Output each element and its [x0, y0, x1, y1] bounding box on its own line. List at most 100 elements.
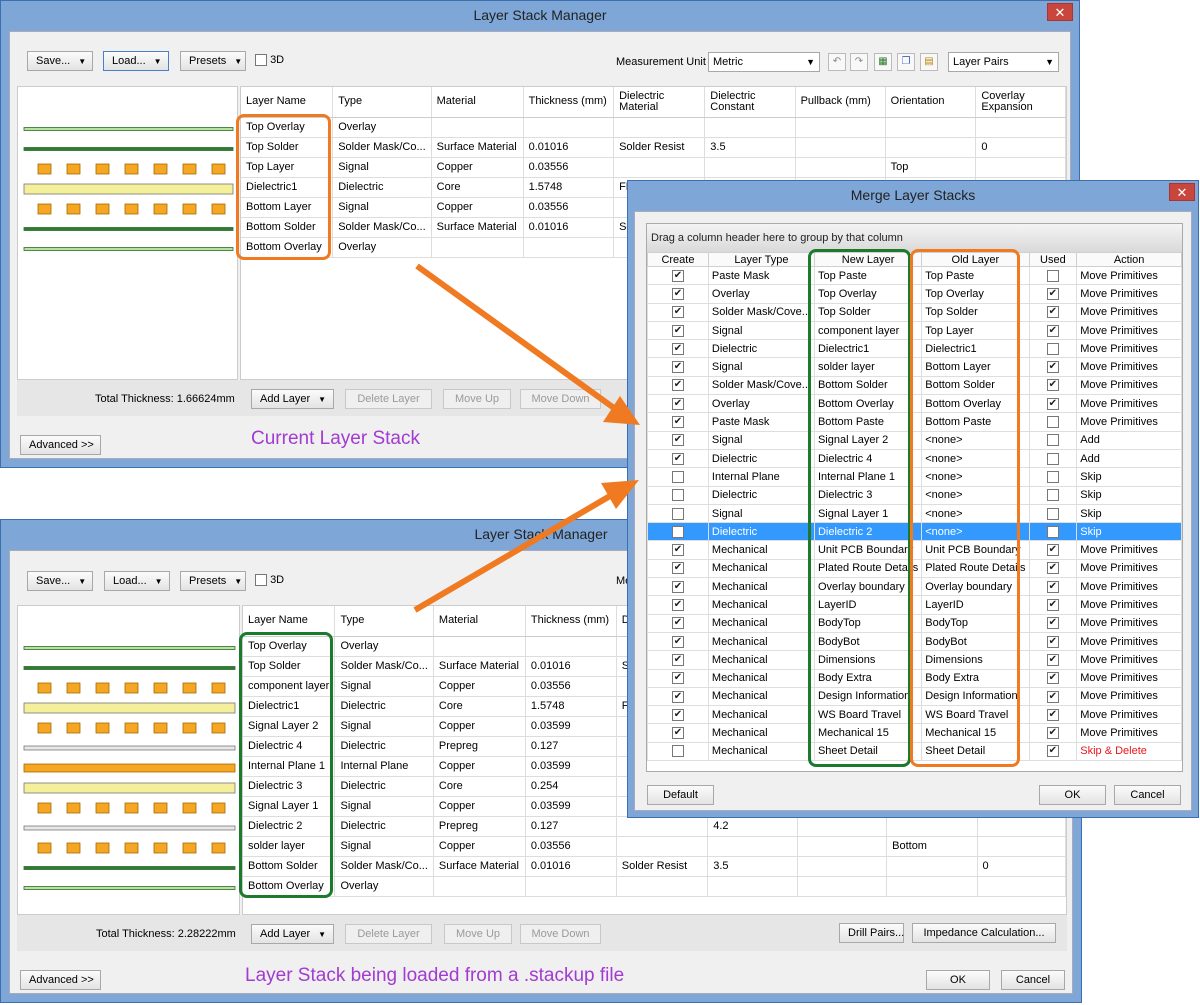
- create-checkbox[interactable]: ✔: [671, 727, 684, 740]
- create-checkbox[interactable]: [671, 507, 684, 520]
- close-icon[interactable]: ✕: [1047, 3, 1073, 21]
- table-cell[interactable]: 4.2: [707, 816, 798, 837]
- table-row[interactable]: Top Layer Signal Copper 0.03556 Top: [241, 157, 1066, 178]
- used-checkbox[interactable]: ✔: [1046, 599, 1059, 612]
- layer-type-cell[interactable]: Mechanical: [707, 613, 815, 633]
- used-checkbox[interactable]: [1046, 269, 1059, 282]
- table-cell[interactable]: [795, 117, 886, 138]
- used-checkbox[interactable]: [1046, 525, 1059, 538]
- create-checkbox[interactable]: [671, 470, 684, 483]
- create-checkbox[interactable]: [671, 489, 684, 502]
- create-cell[interactable]: ✔: [647, 577, 709, 597]
- table-cell[interactable]: Copper: [433, 796, 526, 817]
- create-cell[interactable]: ✔: [647, 668, 709, 688]
- create-checkbox[interactable]: ✔: [671, 287, 684, 300]
- table-cell[interactable]: Signal: [334, 796, 434, 817]
- used-cell[interactable]: ✔: [1028, 686, 1078, 707]
- create-cell[interactable]: ✔: [647, 558, 709, 579]
- column-header[interactable]: Layer Name: [241, 87, 334, 118]
- used-cell[interactable]: ✔: [1028, 668, 1078, 688]
- layer-type-cell[interactable]: Mechanical: [707, 577, 815, 597]
- layer-type-cell[interactable]: Overlay: [707, 284, 815, 304]
- table-cell[interactable]: Solder Resist: [613, 137, 706, 158]
- create-checkbox[interactable]: ✔: [671, 599, 684, 612]
- layer-type-cell[interactable]: Signal: [707, 430, 815, 450]
- load-button[interactable]: Load... ▼: [104, 571, 170, 591]
- column-header[interactable]: Material: [431, 87, 524, 118]
- used-cell[interactable]: ✔: [1028, 723, 1078, 743]
- layer-type-cell[interactable]: Internal Plane: [707, 467, 815, 487]
- layer-type-cell[interactable]: Signal: [707, 357, 815, 377]
- table-cell[interactable]: Internal Plane: [334, 756, 434, 777]
- table-cell[interactable]: [525, 636, 617, 657]
- create-cell[interactable]: ✔: [647, 339, 709, 359]
- paste-icon[interactable]: ▤: [920, 53, 938, 71]
- table-cell[interactable]: 0.01016: [523, 217, 615, 238]
- layer-type-cell[interactable]: Signal: [707, 503, 815, 524]
- table-cell[interactable]: [886, 856, 978, 877]
- load-button[interactable]: Load... ▼: [103, 51, 169, 71]
- table-cell[interactable]: 0.03556: [525, 836, 617, 857]
- table-cell[interactable]: 1.5748: [525, 696, 617, 717]
- create-cell[interactable]: [647, 503, 709, 524]
- column-header[interactable]: Thickness (mm): [523, 87, 615, 118]
- table-cell[interactable]: Signal: [334, 676, 434, 697]
- create-checkbox[interactable]: ✔: [671, 708, 684, 721]
- table-cell[interactable]: Dielectric: [334, 736, 434, 757]
- used-cell[interactable]: ✔: [1028, 284, 1078, 304]
- used-checkbox[interactable]: [1046, 434, 1059, 447]
- table-cell[interactable]: 0.03599: [525, 756, 617, 777]
- action-cell[interactable]: Add: [1076, 430, 1182, 450]
- create-checkbox[interactable]: [671, 525, 684, 538]
- used-checkbox[interactable]: ✔: [1046, 361, 1059, 374]
- used-checkbox[interactable]: [1046, 507, 1059, 520]
- used-checkbox[interactable]: [1046, 452, 1059, 465]
- table-cell[interactable]: Core: [433, 696, 526, 717]
- layer-type-cell[interactable]: Mechanical: [707, 540, 815, 560]
- ok-button[interactable]: OK: [1039, 785, 1106, 805]
- create-cell[interactable]: ✔: [647, 284, 709, 304]
- table-cell[interactable]: 3.5: [707, 856, 798, 877]
- table-cell[interactable]: Signal: [334, 716, 434, 737]
- cancel-button[interactable]: Cancel: [1114, 785, 1181, 805]
- create-cell[interactable]: ✔: [647, 357, 709, 377]
- used-cell[interactable]: ✔: [1028, 320, 1078, 341]
- used-cell[interactable]: ✔: [1028, 595, 1078, 615]
- table-cell[interactable]: 0: [975, 137, 1066, 158]
- used-cell[interactable]: ✔: [1028, 613, 1078, 633]
- used-checkbox[interactable]: ✔: [1046, 635, 1059, 648]
- table-cell[interactable]: Signal: [332, 197, 432, 218]
- action-cell[interactable]: Move Primitives: [1076, 265, 1182, 286]
- action-cell[interactable]: Move Primitives: [1076, 412, 1182, 432]
- action-cell[interactable]: Skip: [1076, 522, 1182, 542]
- layer-type-cell[interactable]: Mechanical: [707, 686, 815, 707]
- merge-column-header[interactable]: Create: [647, 252, 709, 267]
- table-cell[interactable]: 0.03599: [525, 796, 617, 817]
- move-down-button[interactable]: Move Down: [520, 389, 601, 409]
- used-cell[interactable]: [1028, 412, 1078, 432]
- used-checkbox[interactable]: ✔: [1046, 397, 1059, 410]
- create-checkbox[interactable]: ✔: [671, 580, 684, 593]
- used-checkbox[interactable]: ✔: [1046, 580, 1059, 593]
- create-cell[interactable]: ✔: [647, 595, 709, 615]
- create-checkbox[interactable]: [671, 745, 684, 758]
- table-cell[interactable]: [797, 856, 888, 877]
- merge-column-header[interactable]: Used: [1028, 252, 1078, 267]
- table-cell[interactable]: Top: [885, 157, 977, 178]
- used-cell[interactable]: [1028, 485, 1078, 505]
- table-cell[interactable]: [795, 157, 886, 178]
- move-down-button[interactable]: Move Down: [520, 924, 601, 944]
- table-cell[interactable]: [704, 117, 796, 138]
- action-cell[interactable]: Move Primitives: [1076, 302, 1182, 322]
- table-cell[interactable]: Overlay: [332, 237, 432, 258]
- used-cell[interactable]: ✔: [1028, 394, 1078, 414]
- used-checkbox[interactable]: ✔: [1046, 287, 1059, 300]
- table-cell[interactable]: 0.01016: [525, 856, 617, 877]
- create-cell[interactable]: ✔: [647, 375, 709, 396]
- table-cell[interactable]: [886, 876, 978, 897]
- table-cell[interactable]: Core: [431, 177, 524, 198]
- table-cell[interactable]: [707, 876, 798, 897]
- create-cell[interactable]: ✔: [647, 723, 709, 743]
- create-checkbox[interactable]: ✔: [671, 434, 684, 447]
- create-checkbox[interactable]: ✔: [671, 452, 684, 465]
